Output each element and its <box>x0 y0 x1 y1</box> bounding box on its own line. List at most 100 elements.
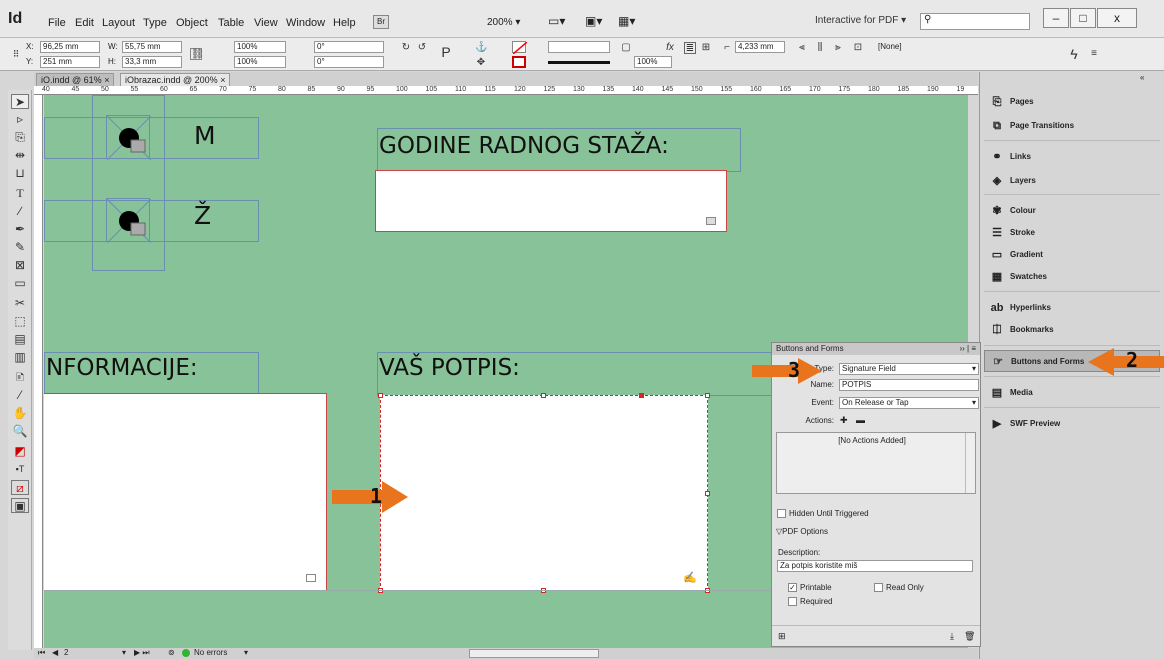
fill-stroke-icon[interactable]: ◩ <box>11 444 29 459</box>
prev-page-icon[interactable]: ◀ <box>52 648 58 657</box>
menu-object[interactable]: Object <box>176 17 208 29</box>
lightning-icon[interactable]: ϟ <box>1068 47 1080 61</box>
align-left-icon[interactable]: ⫷ <box>796 42 808 54</box>
x-field[interactable]: 96,25 mm <box>40 41 100 53</box>
scale-x-field[interactable]: 100% <box>234 41 286 53</box>
zoom-select[interactable]: 200% ▾ <box>487 17 520 28</box>
resize-handle[interactable] <box>705 393 710 398</box>
view-options-icon[interactable]: ▭▾ <box>548 14 565 28</box>
gradient-feather-tool-icon[interactable]: ▥ <box>11 350 29 365</box>
rectangle-tool-icon[interactable]: ▭ <box>11 276 29 291</box>
panel-hyperlinks[interactable]: ab Hyperlinks <box>984 297 1160 319</box>
h-field[interactable]: 33,3 mm <box>122 56 182 68</box>
type-tool-icon[interactable]: T <box>11 186 29 201</box>
close-button[interactable]: x <box>1097 8 1137 28</box>
page-number[interactable]: 2 <box>64 648 68 657</box>
actions-list[interactable]: [No Actions Added] <box>776 432 976 494</box>
wrap-around-icon[interactable]: ⊞ <box>700 42 712 54</box>
menu-window[interactable]: Window <box>286 17 325 29</box>
object-style-value[interactable]: [None] <box>878 42 902 51</box>
w-field[interactable]: 55,75 mm <box>122 41 182 53</box>
menu-type[interactable]: Type <box>143 17 167 29</box>
maximize-button[interactable]: □ <box>1070 8 1096 28</box>
information-input-field[interactable] <box>44 393 327 591</box>
hand-tool-icon[interactable]: ✋ <box>11 406 29 421</box>
stroke-swatch[interactable] <box>512 56 526 68</box>
screen-mode-icon[interactable]: ▣▾ <box>585 14 602 28</box>
event-select[interactable]: On Release or Tap ▾ <box>839 397 979 409</box>
delete-icon[interactable]: 🗑 <box>964 631 975 642</box>
shear-field[interactable]: 0° <box>314 56 384 68</box>
preflight-status[interactable]: No errors <box>194 648 227 657</box>
screen-mode-icon[interactable]: ▣ <box>11 498 29 513</box>
search-input[interactable]: ⚲ <box>920 13 1030 30</box>
bridge-button[interactable]: Br <box>373 15 389 29</box>
horizontal-scrollbar[interactable] <box>469 649 599 658</box>
next-page-icon[interactable]: ▶ ⏭ <box>134 648 150 658</box>
page-tool-icon[interactable]: ⎘ <box>11 130 29 145</box>
control-menu-icon[interactable]: ≡ <box>1088 48 1100 60</box>
panel-page-transitions[interactable]: ⧉ Page Transitions <box>984 115 1160 137</box>
resize-handle[interactable] <box>705 491 710 496</box>
printable-checkbox[interactable]: ✓ <box>788 583 797 592</box>
panel-gradient[interactable]: ▭ Gradient <box>984 244 1160 266</box>
menu-layout[interactable]: Layout <box>102 17 135 29</box>
rotation-field[interactable]: 0° <box>314 41 384 53</box>
description-input[interactable]: Za potpis koristite miš <box>777 560 973 572</box>
minimize-button[interactable]: – <box>1043 8 1069 28</box>
actions-scrollbar[interactable] <box>965 433 975 493</box>
name-input[interactable]: POTPIS <box>839 379 979 391</box>
menu-edit[interactable]: Edit <box>75 17 94 29</box>
rectangle-frame-tool-icon[interactable]: ⊠ <box>11 258 29 273</box>
scale-y-field[interactable]: 100% <box>234 56 286 68</box>
select-container-icon[interactable]: ⚓ <box>475 42 487 54</box>
reference-point-icon[interactable]: ⠿ <box>10 48 22 60</box>
align-right-icon[interactable]: ⫸ <box>832 42 844 54</box>
panel-header[interactable]: Buttons and Forms ›› | ≡ <box>772 343 980 355</box>
resize-handle[interactable] <box>378 393 383 398</box>
corner-options-icon[interactable]: ⌐ <box>721 42 733 54</box>
free-transform-tool-icon[interactable]: ⬚ <box>11 314 29 329</box>
gradient-swatch-tool-icon[interactable]: ▤ <box>11 332 29 347</box>
panel-links[interactable]: ⚭ Links <box>984 146 1160 168</box>
line-tool-icon[interactable]: ∕ <box>11 204 29 219</box>
pdf-options-toggle[interactable]: ▽PDF Options <box>776 527 828 536</box>
fill-swatch[interactable] <box>512 41 528 55</box>
rotate-cw-icon[interactable]: ↻ <box>400 42 412 54</box>
formatting-affects-icon[interactable]: ▪T <box>11 462 29 477</box>
radio-button-z[interactable] <box>106 198 152 244</box>
tab-iobrazac-indd[interactable]: iObrazac.indd @ 200% × <box>120 73 231 86</box>
panel-media[interactable]: ▤ Media <box>984 382 1160 404</box>
stroke-type-preview[interactable] <box>548 61 610 64</box>
corner-size-field[interactable]: 4,233 mm <box>735 41 785 53</box>
arrange-documents-icon[interactable]: ▦▾ <box>618 14 635 28</box>
type-select[interactable]: Signature Field ▾ <box>839 363 979 375</box>
apply-none-icon[interactable]: ⧄ <box>11 480 29 495</box>
add-action-icon[interactable]: ✚ <box>840 415 848 426</box>
panel-pages[interactable]: ⎘ Pages <box>984 91 1160 113</box>
panel-swf-preview[interactable]: ▶ SWF Preview <box>984 413 1160 435</box>
read-only-checkbox[interactable] <box>874 583 883 592</box>
years-input-field[interactable] <box>375 170 727 232</box>
menu-table[interactable]: Table <box>218 17 244 29</box>
stroke-weight-select[interactable] <box>548 41 610 53</box>
text-wrap-icon[interactable]: ≣ <box>684 42 696 54</box>
hidden-until-triggered-checkbox[interactable] <box>777 509 786 518</box>
convert-object-icon[interactable]: ⤓ <box>950 631 954 642</box>
panel-bookmarks[interactable]: ⎅ Bookmarks <box>984 319 1160 341</box>
scissors-tool-icon[interactable]: ✂ <box>11 296 29 311</box>
preflight-icon[interactable]: ⊚ <box>168 648 175 657</box>
panel-layers[interactable]: ◈ Layers <box>984 170 1160 192</box>
required-checkbox[interactable] <box>788 597 797 606</box>
signature-field[interactable]: ✍ <box>378 393 710 593</box>
pencil-tool-icon[interactable]: ✎ <box>11 240 29 255</box>
close-icon[interactable]: × <box>220 75 225 85</box>
preflight-menu-icon[interactable]: ▾ <box>244 648 248 657</box>
page-dropdown-icon[interactable]: ▾ <box>122 648 126 657</box>
object-style-icon[interactable]: ⊡ <box>852 42 864 54</box>
resize-handle[interactable] <box>541 393 546 398</box>
direct-selection-tool-icon[interactable]: ▹ <box>11 112 29 127</box>
preview-icon[interactable]: ⊞ <box>778 631 786 642</box>
effects-icon[interactable]: fx <box>664 42 676 54</box>
opacity-field[interactable]: 100% <box>634 56 672 68</box>
